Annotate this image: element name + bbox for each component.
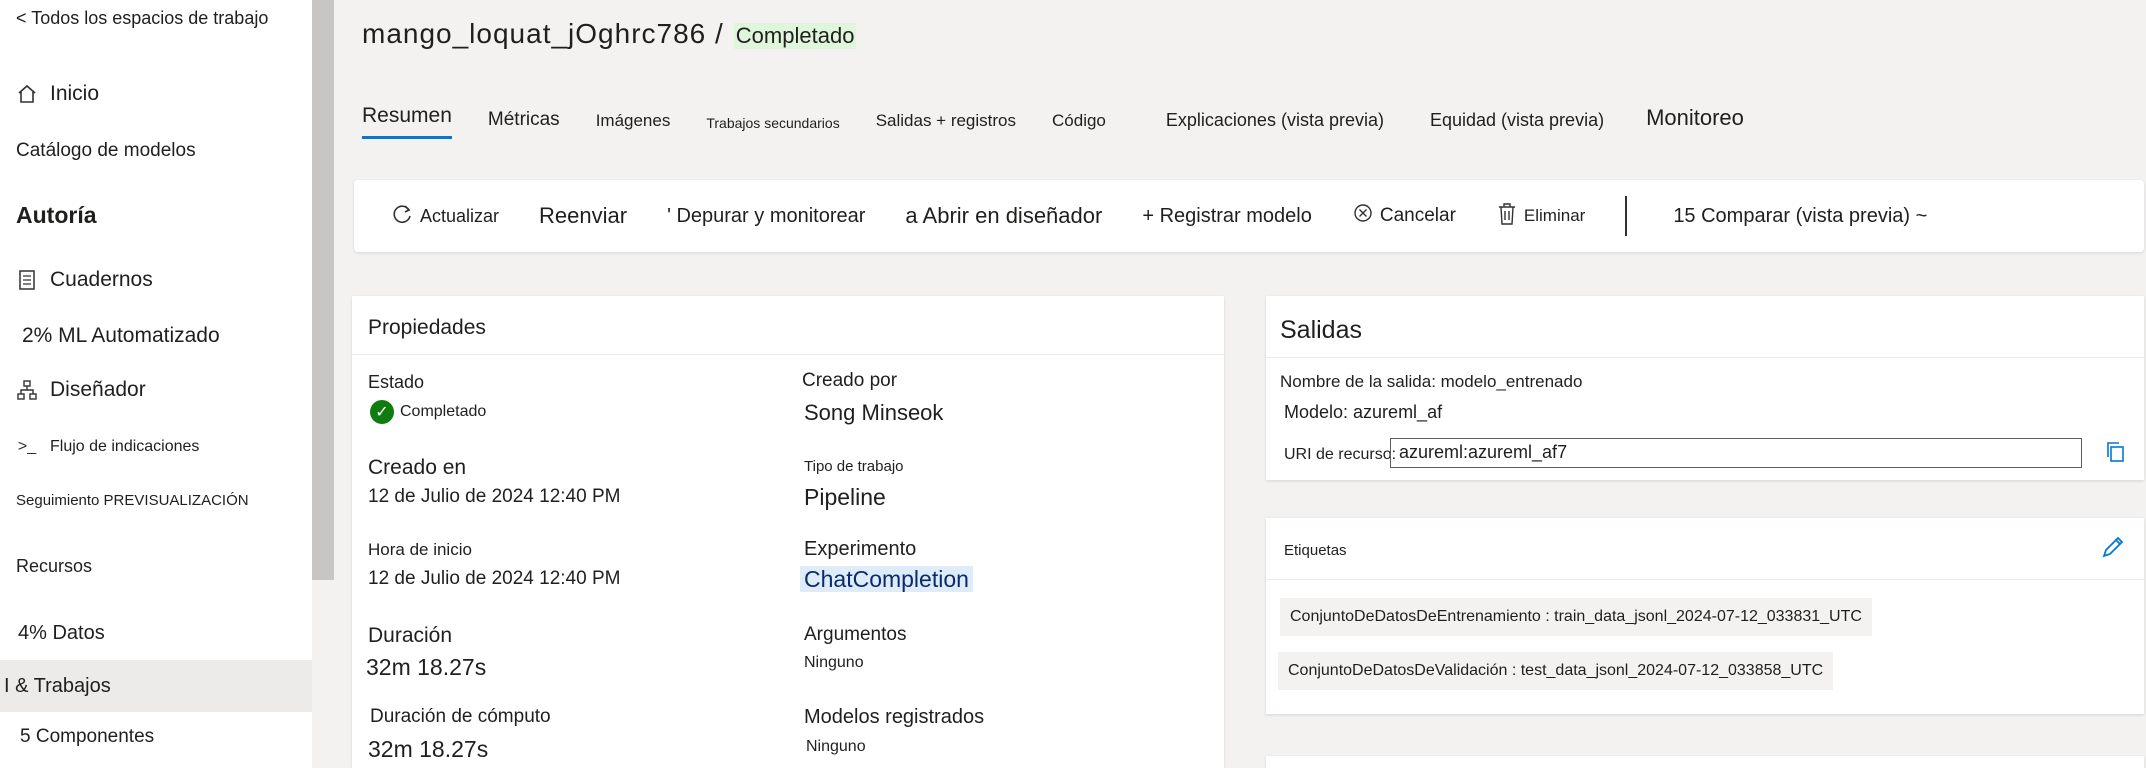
- sidebar-item-label: 5 Componentes: [20, 726, 155, 747]
- arguments-value: Ninguno: [804, 654, 864, 671]
- arguments-label: Argumentos: [804, 624, 907, 645]
- created-by-label: Creado por: [802, 370, 898, 391]
- register-model-button[interactable]: + Registrar modelo: [1142, 205, 1312, 228]
- edit-pencil-icon[interactable]: [2100, 534, 2126, 565]
- start-time-value: 12 de Julio de 2024 12:40 PM: [368, 568, 621, 589]
- tab-bar: Resumen Métricas Imágenes Trabajos secun…: [362, 104, 1780, 139]
- debug-monitor-button[interactable]: ' Depurar y monitorear: [667, 205, 865, 228]
- tab-outputs-logs[interactable]: Salidas + registros: [876, 111, 1016, 139]
- tag-chip: ConjuntoDeDatosDeEntrenamiento : train_d…: [1280, 598, 1872, 636]
- sidebar-item-notebooks[interactable]: Cuadernos: [16, 268, 153, 292]
- back-to-workspaces-link[interactable]: < Todos los espacios de trabajo: [16, 8, 268, 29]
- tab-child-jobs[interactable]: Trabajos secundarios: [706, 115, 839, 139]
- next-card: [1266, 756, 2144, 768]
- duration-label: Duración: [368, 624, 453, 647]
- home-icon: [16, 83, 38, 105]
- sidebar-item-label: Cuadernos: [50, 268, 153, 291]
- output-model: Modelo: azureml_af: [1284, 402, 1443, 422]
- created-at-value: 12 de Julio de 2024 12:40 PM: [368, 486, 621, 507]
- tab-monitoring[interactable]: Monitoreo: [1646, 105, 1744, 139]
- sidebar-item-designer[interactable]: Diseñador: [16, 378, 146, 402]
- status-text: Completado: [400, 403, 487, 421]
- tags-card: Etiquetas ConjuntoDeDatosDeEntrenamiento…: [1266, 518, 2144, 714]
- refresh-label: Actualizar: [420, 205, 500, 226]
- job-type-value: Pipeline: [804, 484, 886, 510]
- sidebar-item-home[interactable]: Inicio: [16, 82, 99, 106]
- compute-duration-label: Duración de cómputo: [370, 706, 551, 727]
- experiment-link[interactable]: ChatCompletion: [800, 566, 973, 593]
- tag-chip: ConjuntoDeDatosDeValidación : test_data_…: [1278, 652, 1834, 690]
- status-value: ✓ Completado: [370, 400, 486, 424]
- sidebar-section-resources: Recursos: [16, 556, 93, 576]
- tab-code[interactable]: Código: [1052, 111, 1106, 139]
- resubmit-button[interactable]: Reenviar: [539, 203, 627, 229]
- tags-title: Etiquetas: [1266, 518, 2144, 580]
- properties-title: Propiedades: [352, 296, 1224, 355]
- sidebar-item-label: Inicio: [50, 82, 100, 105]
- job-type-label: Tipo de trabajo: [804, 458, 904, 475]
- registered-models-label: Modelos registrados: [804, 706, 985, 728]
- sidebar-item-prompt-flow[interactable]: >_ Flujo de indicaciones: [16, 436, 200, 458]
- asset-uri-label: URI de recurso:: [1284, 446, 1397, 463]
- outputs-card: Salidas Nombre de la salida: modelo_entr…: [1266, 296, 2144, 480]
- tab-overview[interactable]: Resumen: [362, 104, 452, 139]
- start-time-label: Hora de inicio: [368, 540, 472, 559]
- delete-button[interactable]: Eliminar: [1496, 202, 1585, 231]
- sidebar-item-label: 4% Datos: [18, 622, 105, 644]
- check-circle-icon: ✓: [370, 400, 394, 424]
- created-at-label: Creado en: [368, 456, 467, 479]
- open-designer-button[interactable]: a Abrir en diseñador: [905, 203, 1102, 229]
- sidebar-item-jobs[interactable]: I & Trabajos: [0, 660, 312, 712]
- compare-button[interactable]: 15 Comparar (vista previa) ~: [1673, 205, 1927, 228]
- tab-metrics[interactable]: Métricas: [488, 109, 560, 139]
- duration-value: 32m 18.27s: [366, 654, 487, 680]
- cancel-icon: [1352, 202, 1374, 230]
- status-label: Estado: [368, 372, 425, 392]
- page-title: mango_loquat_jOghrc786 /: [362, 18, 724, 49]
- sidebar-item-data[interactable]: 4% Datos: [18, 622, 105, 645]
- main-content: mango_loquat_jOghrc786 / Completado Resu…: [334, 0, 2146, 768]
- status-badge: Completado: [733, 23, 857, 49]
- refresh-icon: [390, 202, 414, 231]
- sidebar-item-label: Flujo de indicaciones: [50, 438, 200, 455]
- command-toolbar: Actualizar Reenviar ' Depurar y monitore…: [354, 180, 2144, 252]
- created-by-value: Song Minseok: [804, 400, 944, 425]
- sidebar-item-label: 2% ML Automatizado: [22, 324, 220, 347]
- prompt-icon: >_: [17, 438, 37, 455]
- sidebar-item-label: Diseñador: [50, 378, 146, 401]
- output-name: Nombre de la salida: modelo_entrenado: [1280, 372, 1583, 391]
- sidebar-item-tracking[interactable]: Seguimiento PREVISUALIZACIÓN: [16, 492, 249, 509]
- experiment-label: Experimento: [804, 538, 917, 560]
- sidebar-section-authoring: Autoría: [16, 202, 97, 228]
- trash-icon: [1496, 202, 1518, 231]
- tab-explanations[interactable]: Explicaciones (vista previa): [1166, 110, 1384, 139]
- tab-fairness[interactable]: Equidad (vista previa): [1430, 110, 1604, 139]
- delete-label: Eliminar: [1523, 206, 1586, 225]
- properties-card: Propiedades Estado ✓ Completado Creado po…: [352, 296, 1224, 768]
- outputs-title: Salidas: [1266, 296, 2144, 358]
- tab-images[interactable]: Imágenes: [596, 111, 671, 139]
- sidebar-scrollbar[interactable]: [312, 0, 334, 768]
- sidebar-item-components[interactable]: 5 Componentes: [20, 726, 154, 748]
- refresh-button[interactable]: Actualizar: [390, 202, 499, 231]
- designer-icon: [16, 379, 38, 401]
- asset-uri-field[interactable]: azureml:azureml_af7: [1390, 438, 2082, 468]
- sidebar-item-label: I & Trabajos: [4, 674, 111, 697]
- sidebar-item-automated-ml[interactable]: 2% ML Automatizado: [22, 324, 220, 348]
- page-header: mango_loquat_jOghrc786 / Completado: [362, 18, 857, 50]
- cancel-button[interactable]: Cancelar: [1352, 202, 1456, 230]
- toolbar-divider: [1625, 196, 1628, 236]
- sidebar-item-model-catalog[interactable]: Catálogo de modelos: [16, 140, 196, 162]
- notebook-icon: [16, 269, 38, 291]
- registered-models-value: Ninguno: [806, 738, 866, 755]
- sidebar-item-label: Catálogo de modelos: [16, 140, 196, 161]
- compute-duration-value: 32m 18.27s: [368, 736, 489, 762]
- scrollbar-thumb[interactable]: [312, 0, 334, 580]
- experiment-link-text[interactable]: ChatCompletion: [800, 566, 973, 592]
- copy-icon[interactable]: [2104, 440, 2126, 469]
- cancel-label: Cancelar: [1379, 205, 1456, 226]
- left-sidebar: < Todos los espacios de trabajo Inicio C…: [0, 0, 312, 768]
